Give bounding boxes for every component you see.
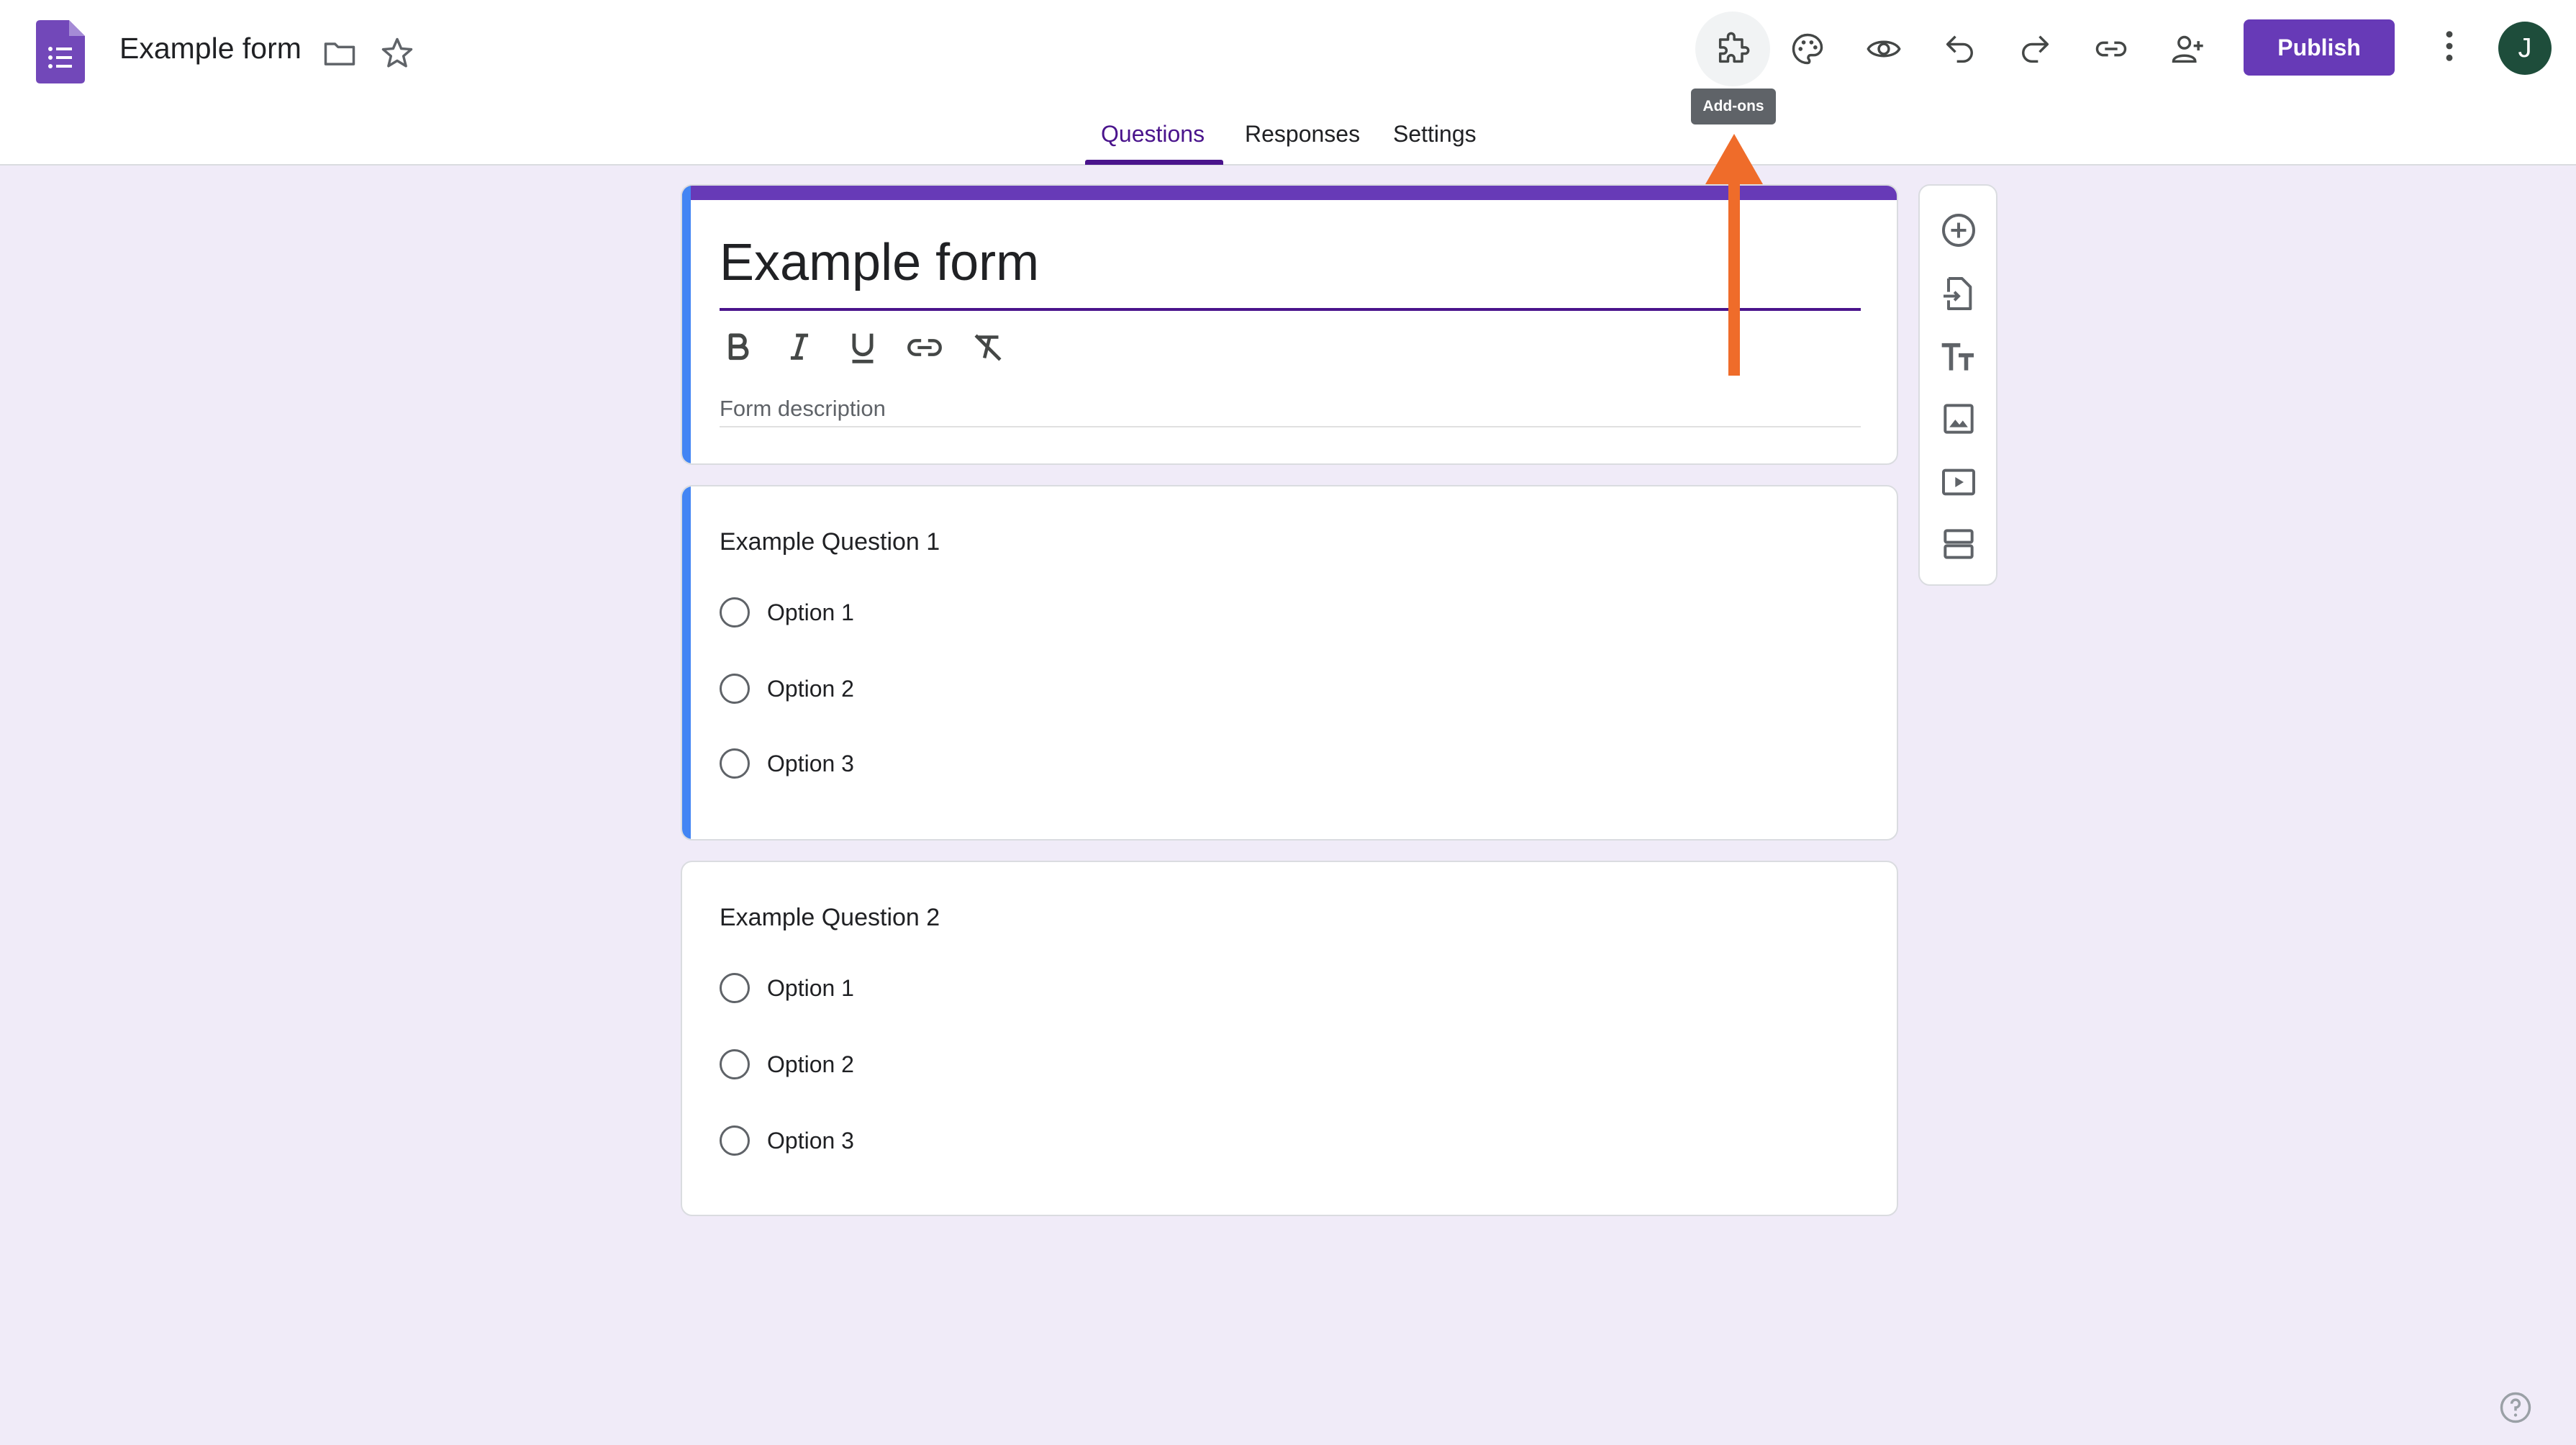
folder-icon[interactable] bbox=[321, 35, 358, 72]
undo-button[interactable] bbox=[1923, 12, 1997, 86]
avatar[interactable]: J bbox=[2498, 22, 2552, 75]
option-label: Option 1 bbox=[767, 599, 854, 625]
radio-button[interactable] bbox=[720, 973, 750, 1003]
redo-icon bbox=[2022, 35, 2049, 63]
question-card-2[interactable]: Example Question 2 Option 1 Option 2 Opt… bbox=[681, 861, 1898, 1216]
undo-icon bbox=[1946, 35, 1973, 63]
addons-button[interactable] bbox=[1695, 12, 1770, 86]
add-collaborators-button[interactable] bbox=[2150, 12, 2225, 86]
star-icon[interactable] bbox=[378, 35, 416, 72]
option-row[interactable]: Option 3 bbox=[720, 748, 854, 779]
publish-button[interactable]: Publish bbox=[2244, 19, 2395, 76]
active-tab-indicator bbox=[1085, 160, 1223, 165]
radio-button[interactable] bbox=[720, 597, 750, 628]
more-vert-icon[interactable] bbox=[2429, 26, 2470, 66]
add-question-icon[interactable] bbox=[1938, 210, 1979, 250]
forms-logo-icon[interactable] bbox=[36, 20, 85, 83]
document-title[interactable]: Example form bbox=[119, 32, 301, 65]
option-row[interactable]: Option 2 bbox=[720, 674, 854, 704]
redo-button[interactable] bbox=[1997, 12, 2072, 86]
active-card-indicator bbox=[682, 486, 691, 839]
annotation-arrow bbox=[1705, 134, 1763, 376]
link-icon bbox=[2095, 41, 2127, 57]
insert-link-icon[interactable] bbox=[904, 327, 945, 368]
puzzle-icon bbox=[1718, 32, 1750, 63]
copy-link-button[interactable] bbox=[2074, 12, 2149, 86]
title-input-underline bbox=[720, 308, 1861, 311]
import-questions-icon[interactable] bbox=[1938, 273, 1979, 314]
radio-button[interactable] bbox=[720, 748, 750, 779]
add-section-icon[interactable] bbox=[1938, 524, 1979, 564]
option-label: Option 1 bbox=[767, 974, 854, 1001]
option-row[interactable]: Option 1 bbox=[720, 597, 854, 628]
tab-settings[interactable]: Settings bbox=[1393, 121, 1477, 148]
title-text-icon[interactable] bbox=[1938, 337, 1979, 377]
tab-questions[interactable]: Questions bbox=[1101, 121, 1205, 148]
option-label: Option 2 bbox=[767, 675, 854, 702]
video-icon[interactable] bbox=[1938, 462, 1979, 502]
option-label: Option 3 bbox=[767, 750, 854, 776]
customize-theme-button[interactable] bbox=[1770, 12, 1845, 86]
form-title-input[interactable]: Example form bbox=[720, 233, 1039, 292]
app-header: Example form Publish J Questions Respons… bbox=[0, 0, 2576, 166]
question-toolbar bbox=[1918, 184, 1997, 586]
option-row[interactable]: Option 1 bbox=[720, 973, 854, 1003]
question-title[interactable]: Example Question 2 bbox=[720, 904, 940, 932]
bold-icon[interactable] bbox=[717, 327, 758, 368]
help-icon[interactable] bbox=[2497, 1389, 2534, 1426]
tab-responses[interactable]: Responses bbox=[1245, 121, 1360, 148]
question-title[interactable]: Example Question 1 bbox=[720, 528, 940, 556]
form-description-input[interactable]: Form description bbox=[720, 396, 886, 422]
add-person-icon bbox=[2172, 35, 2203, 63]
active-card-indicator bbox=[682, 186, 691, 463]
eye-icon bbox=[1867, 40, 1901, 58]
option-label: Option 2 bbox=[767, 1051, 854, 1077]
option-label: Option 3 bbox=[767, 1127, 854, 1154]
preview-button[interactable] bbox=[1846, 12, 1921, 86]
image-icon[interactable] bbox=[1938, 399, 1979, 439]
option-row[interactable]: Option 2 bbox=[720, 1049, 854, 1079]
radio-button[interactable] bbox=[720, 1049, 750, 1079]
radio-button[interactable] bbox=[720, 1125, 750, 1156]
palette-icon bbox=[1792, 33, 1823, 65]
radio-button[interactable] bbox=[720, 674, 750, 704]
question-card-1[interactable]: Example Question 1 Option 1 Option 2 Opt… bbox=[681, 485, 1898, 841]
underline-icon[interactable] bbox=[842, 327, 884, 368]
description-underline bbox=[720, 426, 1861, 427]
clear-format-icon[interactable] bbox=[967, 327, 1009, 368]
italic-icon[interactable] bbox=[779, 327, 820, 368]
addons-tooltip: Add-ons bbox=[1691, 89, 1776, 124]
option-row[interactable]: Option 3 bbox=[720, 1125, 854, 1156]
